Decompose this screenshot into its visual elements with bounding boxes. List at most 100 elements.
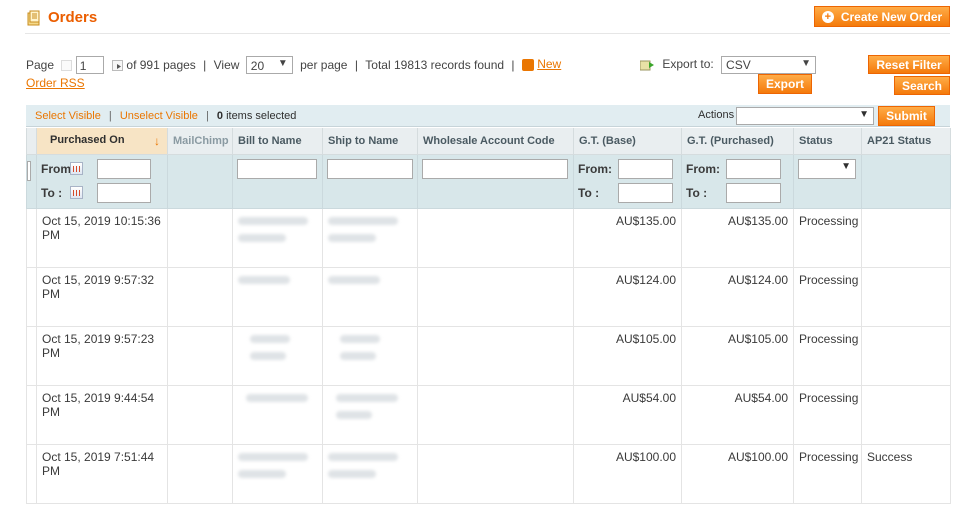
- ap21-status-cell: [861, 266, 951, 327]
- bill-to-name-label: Bill to Name: [238, 134, 302, 147]
- wholesale-account-code-cell: [417, 207, 574, 268]
- purchased-on-cell: Oct 15, 2019 10:15:36 PM: [36, 207, 168, 268]
- table-row[interactable]: Oct 15, 2019 9:44:54 PM AU$54.00 AU$54.0…: [26, 384, 951, 445]
- search-label: Search: [901, 78, 943, 93]
- previous-page-icon[interactable]: [61, 59, 73, 71]
- mailchimp-cell: [167, 266, 233, 327]
- table-row[interactable]: Oct 15, 2019 10:15:36 PM AU$135.00 AU$13…: [26, 207, 951, 268]
- column-header-wholesale-account-code[interactable]: Wholesale Account Code: [417, 128, 574, 155]
- submit-button[interactable]: Submit: [878, 106, 935, 126]
- from-label: From:: [686, 161, 720, 176]
- wholesale-account-code-cell: [417, 443, 574, 504]
- filter-cell-status: ▼: [793, 153, 862, 209]
- per-page-label: per page: [300, 58, 348, 72]
- select-cell: [26, 325, 37, 386]
- purchased-on-cell: Oct 15, 2019 9:57:32 PM: [36, 266, 168, 327]
- from-label: From:: [41, 161, 75, 176]
- gt-base-to-input[interactable]: [618, 182, 673, 203]
- purchased-from-input[interactable]: [96, 158, 151, 179]
- table-row[interactable]: Oct 15, 2019 7:51:44 PM AU$100.00 AU$100…: [26, 443, 951, 504]
- filter-cell-ap21: [861, 153, 951, 209]
- filter-cell-purchased-on: From: To :: [36, 153, 168, 209]
- search-button[interactable]: Search: [894, 76, 950, 95]
- filter-cell-mailchimp: [167, 153, 233, 209]
- orders-icon: [26, 10, 42, 26]
- column-header-select: [26, 128, 37, 155]
- column-header-status[interactable]: Status: [793, 128, 862, 155]
- ap21-status-cell: Success: [861, 443, 951, 504]
- column-header-bill-to-name[interactable]: Bill to Name: [232, 128, 323, 155]
- page-number-input[interactable]: 1: [75, 56, 104, 74]
- next-page-icon[interactable]: [112, 59, 124, 71]
- items-selected-label: items selected: [226, 110, 297, 122]
- per-page-select[interactable]: 20 ▼: [245, 56, 293, 74]
- export-button[interactable]: Export: [758, 74, 812, 94]
- new-order-rss-link-part1[interactable]: New: [537, 57, 561, 71]
- purchased-to-input[interactable]: [96, 182, 151, 203]
- column-header-gt-purchased[interactable]: G.T. (Purchased): [681, 128, 794, 155]
- export-row: Export to: CSV ▼: [639, 56, 817, 74]
- gt-purchased-label: G.T. (Purchased): [687, 134, 774, 147]
- select-cell: [26, 207, 37, 268]
- to-label: To :: [578, 185, 600, 200]
- gt-base-cell: AU$105.00: [573, 325, 682, 386]
- bill-to-name-filter[interactable]: [237, 158, 317, 179]
- pager: Page 1 of 991 pages | View 20 ▼ per page…: [26, 56, 562, 74]
- ship-to-name-filter[interactable]: [327, 158, 413, 179]
- wholesale-account-code-filter[interactable]: [422, 158, 568, 179]
- calendar-icon[interactable]: [70, 186, 84, 199]
- total-records: Total 19813 records found: [365, 58, 505, 72]
- plus-icon: +: [821, 10, 834, 23]
- bill-to-name-cell: [232, 443, 323, 504]
- gt-purchased-cell: AU$135.00: [681, 207, 794, 268]
- page-title: Orders: [48, 9, 98, 26]
- reset-filter-button[interactable]: Reset Filter: [868, 55, 950, 74]
- export-format-select[interactable]: CSV ▼: [721, 56, 817, 74]
- bill-to-name-cell: [232, 207, 323, 268]
- filter-cell-bill-to: [232, 153, 323, 209]
- status-cell: Processing: [793, 207, 862, 268]
- bill-to-name-cell: [232, 384, 323, 445]
- rss-icon: [521, 59, 534, 71]
- new-order-rss-link-part2[interactable]: Order RSS: [26, 76, 85, 90]
- select-filter[interactable]: [27, 160, 31, 181]
- mailchimp-cell: [167, 443, 233, 504]
- wholesale-account-code-cell: [417, 325, 574, 386]
- gt-purchased-from-input[interactable]: [726, 158, 781, 179]
- export-button-label: Export: [765, 77, 804, 91]
- rss-link-wrap: Order RSS: [26, 76, 85, 90]
- table-row[interactable]: Oct 15, 2019 9:57:23 PM AU$105.00 AU$105…: [26, 325, 951, 386]
- filter-cell-gt-purchased: From: To :: [681, 153, 794, 209]
- massaction-links: Select Visible | Unselect Visible | 0 it…: [35, 110, 297, 122]
- ap21-status-cell: [861, 384, 951, 445]
- status-label: Status: [799, 134, 833, 147]
- calendar-icon[interactable]: [70, 162, 84, 175]
- column-header-purchased-on[interactable]: Purchased On ↓: [36, 128, 168, 155]
- column-header-gt-base[interactable]: G.T. (Base): [573, 128, 682, 155]
- create-new-order-button[interactable]: + Create New Order: [814, 6, 950, 27]
- filter-cell-ship-to: [322, 153, 418, 209]
- gt-base-cell: AU$135.00: [573, 207, 682, 268]
- reset-filter-label: Reset Filter: [876, 57, 942, 72]
- gt-purchased-to-input[interactable]: [726, 182, 781, 203]
- ship-to-name-cell: [322, 384, 418, 445]
- status-cell: Processing: [793, 266, 862, 327]
- status-filter-select[interactable]: ▼: [798, 158, 856, 179]
- ship-to-name-cell: [322, 443, 418, 504]
- ship-to-name-label: Ship to Name: [328, 134, 399, 147]
- ap21-status-cell: [861, 325, 951, 386]
- chevron-down-icon: ▼: [801, 58, 812, 69]
- wholesale-account-code-cell: [417, 266, 574, 327]
- table-row[interactable]: Oct 15, 2019 9:57:32 PM AU$124.00 AU$124…: [26, 266, 951, 327]
- wholesale-account-code-label: Wholesale Account Code: [423, 134, 555, 147]
- actions-select[interactable]: ▼: [736, 107, 874, 125]
- gt-base-from-input[interactable]: [618, 158, 673, 179]
- column-header-ship-to-name[interactable]: Ship to Name: [322, 128, 418, 155]
- purchased-on-label: Purchased On: [50, 133, 125, 146]
- create-new-order-label: Create New Order: [840, 9, 943, 24]
- column-header-ap21-status[interactable]: AP21 Status: [861, 128, 951, 155]
- unselect-visible-link[interactable]: Unselect Visible: [120, 110, 198, 122]
- column-header-mailchimp[interactable]: MailChimp: [167, 128, 233, 155]
- select-cell: [26, 266, 37, 327]
- select-visible-link[interactable]: Select Visible: [35, 110, 101, 122]
